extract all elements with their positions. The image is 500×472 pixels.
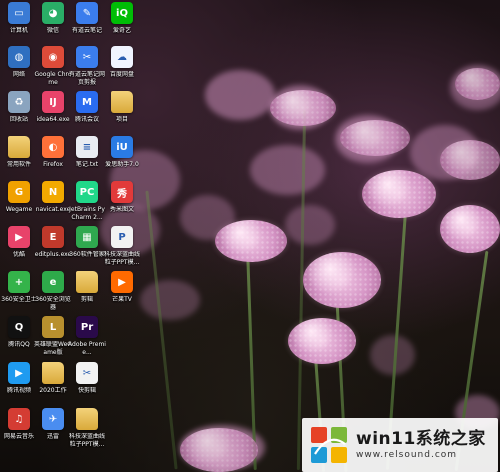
desktop-icon-label: Wegame	[5, 206, 33, 213]
desktop-icon-mango-tv[interactable]: ▶ 芒果TV	[103, 271, 141, 327]
windows-logo-icon	[310, 426, 348, 464]
aisi-icon: iU	[111, 136, 133, 158]
desktop-icon-label: 常用软件	[6, 161, 31, 168]
desktop-icon-label: 360软件管家	[69, 251, 105, 258]
desktop-icon-label: navicat.exe	[35, 206, 71, 213]
xiumi-icon: 秀	[111, 181, 133, 203]
desktop-icon-label: 有道云笔记	[71, 27, 102, 34]
netease-music-icon: ♫	[8, 408, 30, 430]
desktop-icon-label: 科技深蓝曲线粒子PPT模...	[68, 433, 105, 448]
desktop-icon-label: Firefox	[43, 161, 63, 168]
desktop-icon-netease-music[interactable]: ♫ 网易云音乐	[0, 408, 38, 464]
desktop-icon-label: 360安全卫士	[1, 296, 37, 303]
desktop-icon-label: 迅雷	[46, 433, 59, 440]
360-browser-icon: e	[42, 271, 64, 293]
computer-icon: ▭	[8, 2, 30, 24]
desktop-icon-label: 秀米图文	[109, 206, 134, 213]
site-watermark: win11系统之家 www.relsound.com	[302, 418, 498, 472]
desktop-icon-label: 腾讯QQ	[8, 341, 30, 348]
desktop-icon-label: 英雄联盟WeGame版	[34, 341, 72, 356]
desktop-icon-label: 优酷	[12, 251, 25, 258]
desktop-icon-label: 剪辑	[80, 296, 93, 303]
firefox-icon: ◐	[42, 136, 64, 158]
desktop-icon-label: 网络	[12, 71, 25, 78]
kuaijianji-icon: ✂	[76, 362, 98, 384]
desktop-icon-label: 有道云笔记网页剪报	[68, 71, 105, 86]
desktop-icon-label: 计算机	[9, 27, 28, 34]
recycle-bin-icon: ♻	[8, 91, 30, 113]
desktop-icon-label: 笔记.txt	[75, 161, 99, 168]
folder-icon	[76, 271, 98, 293]
watermark-url: www.relsound.com	[356, 450, 458, 460]
desktop-icon-label: Google Chrome	[34, 71, 72, 86]
desktop-icon-label: idea64.exe	[36, 116, 70, 123]
desktop-icon-label: Adobe Premie...	[68, 341, 106, 356]
xunlei-icon: ✈	[42, 408, 64, 430]
premiere-icon: Pr	[76, 316, 98, 338]
desktop-icon-label: editplus.exe	[34, 251, 72, 258]
desktop-icon-label: 科技深蓝曲线粒子PPT模...	[103, 251, 140, 266]
desktop-icon-label: 百度网盘	[109, 71, 134, 78]
web-clipper-icon: ✂	[76, 46, 98, 68]
desktop-icon-label: 腾讯视频	[6, 387, 31, 394]
desktop-icon-label: 微信	[46, 27, 59, 34]
youku-icon: ▶	[8, 226, 30, 248]
baidu-netdisk-icon: ☁	[111, 46, 133, 68]
chrome-icon: ◉	[42, 46, 64, 68]
youdao-note-icon: ✎	[76, 2, 98, 24]
ppt-file-icon: P	[111, 226, 133, 248]
desktop-icon-label: 快剪辑	[77, 387, 96, 394]
desktop-icon-xunlei[interactable]: ✈ 迅雷	[34, 408, 72, 464]
pycharm-icon: PC	[76, 181, 98, 203]
watermark-title: win11系统之家	[356, 429, 486, 449]
tencent-video-icon: ▶	[8, 362, 30, 384]
mango-tv-icon: ▶	[111, 271, 133, 293]
desktop-icon-label: 回收站	[9, 116, 28, 123]
desktop-icon-label: 爱思助手7.0	[105, 161, 139, 168]
desktop-icon-label: 爱奇艺	[112, 27, 131, 34]
network-icon: ◍	[8, 46, 30, 68]
desktop-icon-label: 2020工作	[39, 387, 67, 394]
folder-icon	[42, 362, 64, 384]
intellij-icon: IJ	[42, 91, 64, 113]
iqiyi-icon: iQ	[111, 2, 133, 24]
tencent-meeting-icon: M	[76, 91, 98, 113]
desktop-icon-label: 360安全浏览器	[35, 296, 71, 311]
folder-icon	[111, 91, 133, 113]
lol-icon: L	[42, 316, 64, 338]
desktop-icon-label: 芒果TV	[112, 296, 132, 303]
wegame-icon: G	[8, 181, 30, 203]
folder-icon	[8, 136, 30, 158]
editplus-icon: E	[42, 226, 64, 248]
360-safe-icon: +	[8, 271, 30, 293]
wechat-icon: ◕	[42, 2, 64, 24]
360-software-icon: ▦	[76, 226, 98, 248]
qq-icon: Q	[8, 316, 30, 338]
text-file-icon: ≡	[76, 136, 98, 158]
desktop-icon-label: JetBrains PyCharm 2...	[69, 206, 105, 221]
navicat-icon: N	[42, 181, 64, 203]
desktop-icon-folder[interactable]: 科技深蓝曲线粒子PPT模...	[68, 408, 106, 464]
desktop-icon-label: 腾讯会议	[74, 116, 99, 123]
folder-icon	[76, 408, 98, 430]
desktop-icon-label: 项目	[115, 116, 128, 123]
desktop-icon-label: 网易云音乐	[3, 433, 34, 440]
